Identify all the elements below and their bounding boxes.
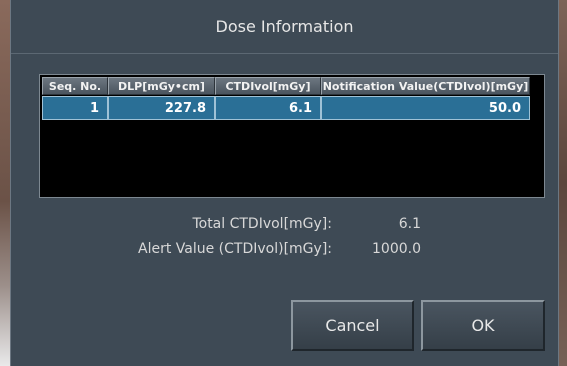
title-divider xyxy=(11,53,558,54)
alert-value-value: 1000.0 xyxy=(372,241,421,257)
cancel-button[interactable]: Cancel xyxy=(291,300,414,351)
ok-button[interactable]: OK xyxy=(421,300,545,351)
dialog-title: Dose Information xyxy=(11,0,558,54)
alert-value-row: Alert Value (CTDIvol)[mGy]: 1000.0 xyxy=(11,241,558,261)
cell-notification-value: 50.0 xyxy=(321,96,530,120)
dose-table: Seq. No. DLP[mGy•cm] CTDIvol[mGy] Notifi… xyxy=(39,74,545,198)
column-header-seq-no[interactable]: Seq. No. xyxy=(42,77,108,95)
column-header-ctdivol[interactable]: CTDIvol[mGy] xyxy=(215,77,321,95)
table-header: Seq. No. DLP[mGy•cm] CTDIvol[mGy] Notifi… xyxy=(42,77,530,95)
table-body: 1 227.8 6.1 50.0 xyxy=(42,96,530,120)
dose-information-dialog: Dose Information Seq. No. DLP[mGy•cm] CT… xyxy=(10,0,559,366)
total-ctdivol-value: 6.1 xyxy=(398,216,421,232)
column-header-dlp[interactable]: DLP[mGy•cm] xyxy=(108,77,215,95)
cell-dlp: 227.8 xyxy=(108,96,215,120)
total-ctdivol-row: Total CTDIvol[mGy]: 6.1 xyxy=(11,216,558,236)
cell-seq-no: 1 xyxy=(42,96,108,120)
total-ctdivol-label: Total CTDIvol[mGy]: xyxy=(192,216,332,232)
table-row[interactable]: 1 227.8 6.1 50.0 xyxy=(42,96,530,120)
cell-ctdivol: 6.1 xyxy=(215,96,321,120)
alert-value-label: Alert Value (CTDIvol)[mGy]: xyxy=(138,241,332,257)
column-header-notification-value[interactable]: Notification Value(CTDIvol)[mGy] xyxy=(321,77,530,95)
